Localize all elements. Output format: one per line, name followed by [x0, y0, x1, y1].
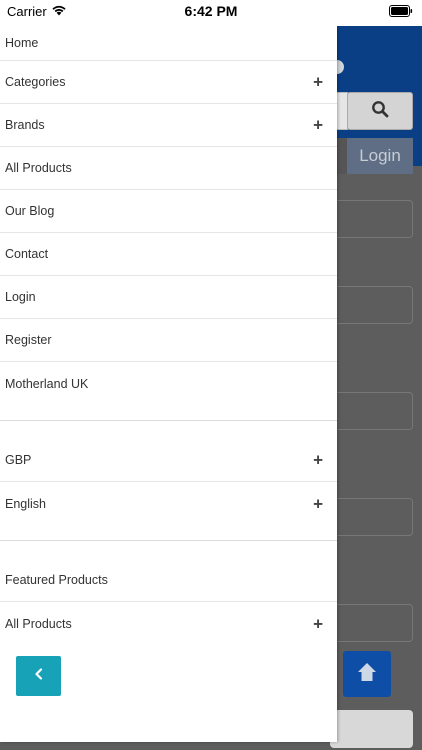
page-field: [330, 200, 413, 238]
chevron-left-icon: [34, 667, 44, 685]
plus-icon[interactable]: +: [313, 117, 323, 134]
menu-item-label: All Products: [5, 161, 72, 175]
menu-item-motherland-uk[interactable]: Motherland UK: [0, 362, 337, 405]
battery-icon: [389, 5, 413, 20]
menu-item-label: Register: [5, 333, 52, 347]
plus-icon[interactable]: +: [313, 452, 323, 469]
header-login-button[interactable]: Login: [347, 138, 413, 174]
plus-icon[interactable]: +: [313, 615, 323, 632]
menu-item-login[interactable]: Login: [0, 276, 337, 319]
status-bar: Carrier 6:42 PM: [0, 0, 422, 26]
section-divider: [0, 525, 337, 541]
menu-item-label: Brands: [5, 118, 45, 132]
menu-item-label: Categories: [5, 75, 66, 89]
page-field: [330, 286, 413, 324]
menu-item-label: Our Blog: [5, 204, 55, 218]
page-field: [330, 498, 413, 536]
page-field: [330, 604, 413, 642]
plus-icon[interactable]: +: [313, 74, 323, 91]
menu-item-home[interactable]: Home: [0, 26, 337, 61]
menu-item-categories[interactable]: Categories +: [0, 61, 337, 104]
menu-item-contact[interactable]: Contact: [0, 233, 337, 276]
menu-item-label: English: [5, 496, 46, 511]
menu-item-all-products[interactable]: All Products: [0, 147, 337, 190]
menu-item-brands[interactable]: Brands +: [0, 104, 337, 147]
scroll-top-button[interactable]: [343, 651, 391, 697]
section-divider: [0, 405, 337, 421]
menu-item-label: Contact: [5, 247, 49, 261]
plus-icon[interactable]: +: [313, 495, 323, 512]
menu-item-label: Motherland UK: [5, 376, 89, 391]
menu-item-label: Home: [5, 36, 39, 50]
search-icon: [371, 100, 389, 123]
menu-item-label: All Products: [5, 616, 72, 631]
nav-drawer: Home Categories + Brands + All Products …: [0, 26, 337, 742]
menu-item-currency[interactable]: GBP +: [0, 439, 337, 482]
page-field: [330, 392, 413, 430]
menu-item-register[interactable]: Register: [0, 319, 337, 362]
menu-item-label: Featured Products: [5, 573, 108, 587]
status-time: 6:42 PM: [184, 3, 238, 19]
drawer-back-button[interactable]: [16, 656, 61, 696]
menu-item-our-blog[interactable]: Our Blog: [0, 190, 337, 233]
menu-item-label: GBP: [5, 453, 32, 467]
menu-item-language[interactable]: English +: [0, 482, 337, 525]
bottom-field: [330, 710, 413, 748]
header-login-label: Login: [359, 146, 401, 165]
app-screen: Carrier 6:42 PM Login Home Categories + …: [0, 0, 422, 750]
arrow-up-icon: [356, 661, 378, 688]
search-button[interactable]: [347, 92, 413, 130]
menu-item-all-products-2[interactable]: All Products +: [0, 602, 337, 645]
menu-item-label: Login: [5, 290, 36, 304]
menu-item-featured-products[interactable]: Featured Products: [0, 559, 337, 602]
